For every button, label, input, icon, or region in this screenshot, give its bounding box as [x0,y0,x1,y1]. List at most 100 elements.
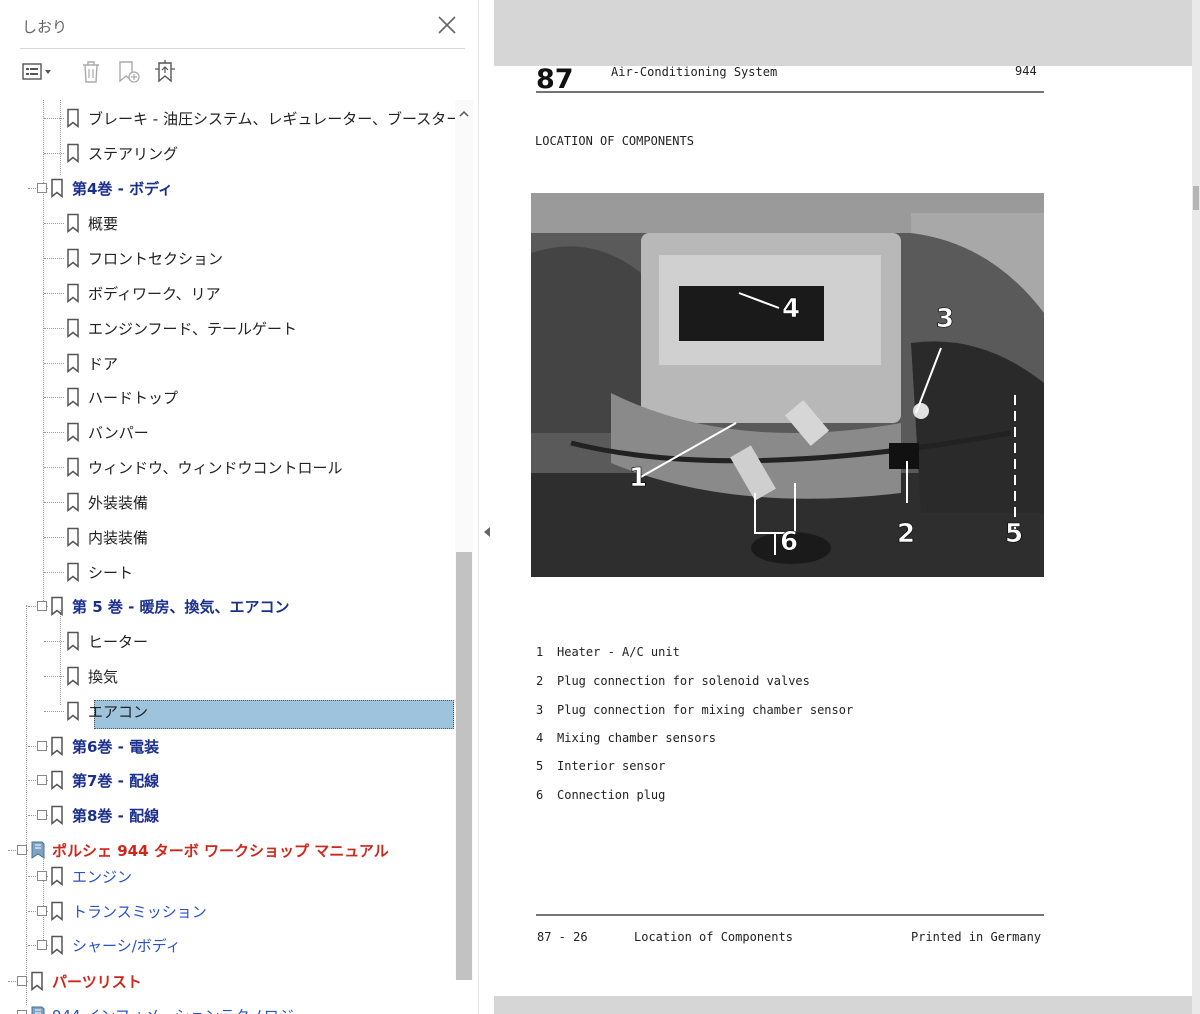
photo-callout-6: 6 [780,527,798,557]
document-scrollbar-thumb[interactable] [1193,186,1199,210]
tree-connector [44,258,64,259]
close-icon[interactable] [436,14,458,36]
bookmark-item[interactable]: ブレーキ - 油圧システム、レギュレーター、ブースター [66,103,455,133]
expand-toggle-icon[interactable] [37,906,47,916]
bookmark-item[interactable]: 内装装備 [66,522,150,552]
bookmark-tree: ブレーキ - 油圧システム、レギュレーター、ブースター ステアリング第4巻 - ボ… [0,100,455,1014]
bookmark-icon [66,213,80,234]
bookmark-item[interactable]: 944 インフォメーションテクノロジー [30,1000,311,1014]
scroll-up-icon[interactable] [457,106,471,120]
expand-toggle-icon[interactable] [37,183,47,193]
bookmark-item[interactable]: 第8巻 - 配線 [50,800,161,830]
bookmark-item[interactable]: 第 5 巻 - 暖房、換気、エアコン [50,591,292,621]
footer-title: Location of Components [634,930,793,944]
bookmark-item[interactable]: バンパー [66,417,151,447]
document-page: 87 Air-Conditioning System 944 LOCATION … [494,66,1192,996]
tree-connector [44,153,64,154]
bookmark-icon [30,971,44,992]
bookmark-label: ブレーキ - 油圧システム、レギュレーター、ブースター [88,109,455,128]
bookmark-icon [50,736,64,757]
manual-bookmark-icon [30,840,45,860]
bookmark-icon [66,562,80,583]
tree-connector [44,676,64,677]
legend-text-2: Plug connection for solenoid valves [557,674,810,688]
bookmark-item[interactable]: 換気 [66,661,120,691]
expand-toggle-icon[interactable] [17,976,27,986]
bookmark-icon [66,143,80,164]
bookmark-item[interactable]: エンジンフード、テールゲート [66,313,299,343]
bookmark-item[interactable]: フロントセクション [66,243,225,273]
bookmark-icon [66,527,80,548]
expand-toggle-icon[interactable] [37,871,47,881]
options-menu-icon[interactable] [20,56,54,88]
bookmark-label: 第8巻 - 配線 [72,806,160,825]
bookmark-icon [50,596,64,617]
bookmark-item[interactable]: ステアリング [66,138,180,168]
new-bookmark-icon[interactable] [112,56,146,88]
tree-guide-line [43,855,44,950]
tree-connector [44,711,64,712]
component-photo: 1 2 3 4 5 6 [531,193,1044,577]
trash-icon[interactable] [74,56,108,88]
bookmark-label: 944 インフォメーションテクノロジー [50,1004,311,1014]
bookmark-item[interactable]: ハードトップ [66,382,180,412]
bookmark-item[interactable]: エアコン [66,696,150,726]
expand-toggle-icon[interactable] [17,1010,27,1014]
photo-callout-5: 5 [1005,519,1023,549]
bookmark-item[interactable]: エンジン [50,861,134,891]
bookmark-item[interactable]: 外装装備 [66,487,150,517]
expand-toggle-icon[interactable] [37,775,47,785]
bookmark-item[interactable]: シート [66,557,135,587]
bookmark-icon [66,353,80,374]
expand-toggle-icon[interactable] [37,741,47,751]
legend-num-4: 4 [536,731,543,745]
bookmark-icon [50,178,64,199]
bookmark-label: 第6巻 - 電装 [72,737,160,756]
panel-splitter[interactable] [478,0,495,1014]
bookmark-icon [50,901,64,922]
document-scrollbar[interactable] [1192,0,1200,1014]
bookmark-icon [66,666,80,687]
page-number: 87 [536,66,574,95]
tree-guide-line [43,100,44,605]
expand-toggle-icon[interactable] [37,601,47,611]
bookmark-icon [66,492,80,513]
bookmark-item[interactable]: トランスミッション [50,896,209,926]
footer-page-ref: 87 - 26 [537,930,588,944]
bookmark-label: ポルシェ 944 ターボ ワークショップ マニュアル [52,841,389,860]
tree-connector [44,641,64,642]
bookmark-item[interactable]: シャーシ/ボディ [50,930,183,960]
bookmark-label: 外装装備 [88,493,149,512]
page-header-title: Air-Conditioning System [611,66,777,79]
bookmark-item[interactable]: ウィンドウ、ウィンドウコントロール [66,452,345,482]
collapse-panel-icon[interactable] [482,524,492,538]
bookmark-item[interactable]: ドア [66,348,120,378]
legend-num-2: 2 [536,674,543,688]
bookmark-item[interactable]: ボディワーク、リア [66,278,223,308]
bookmark-label: ステアリング [88,144,179,163]
tree-connector [44,467,64,468]
footer-printed: Printed in Germany [911,930,1041,944]
bookmark-item[interactable]: パーツリスト [30,966,144,996]
bookmark-icon [50,770,64,791]
bookmark-item[interactable]: ヒーター [66,626,150,656]
tree-guide-line [26,605,27,1005]
tree-connector [44,293,64,294]
expand-toggle-icon[interactable] [37,940,47,950]
expand-toggle-icon[interactable] [37,810,47,820]
bookmark-icon [66,631,80,652]
bookmark-item[interactable]: 第6巻 - 電装 [50,731,161,761]
expand-toggle-icon[interactable] [17,845,27,855]
bookmark-label: シャーシ/ボディ [72,936,181,955]
bookmark-item[interactable]: 第4巻 - ボディ [50,173,175,203]
expand-bookmark-icon[interactable] [148,56,182,88]
scrollbar-thumb[interactable] [456,552,472,980]
bookmark-item[interactable]: 概要 [66,208,120,238]
legend-num-1: 1 [536,645,543,659]
bookmark-item[interactable]: 第7巻 - 配線 [50,765,161,795]
legend-text-5: Interior sensor [557,759,665,773]
tree-connector [44,363,64,364]
page-header-model: 944 [1015,66,1037,78]
panel-divider [20,48,465,49]
bookmark-icon [66,457,80,478]
